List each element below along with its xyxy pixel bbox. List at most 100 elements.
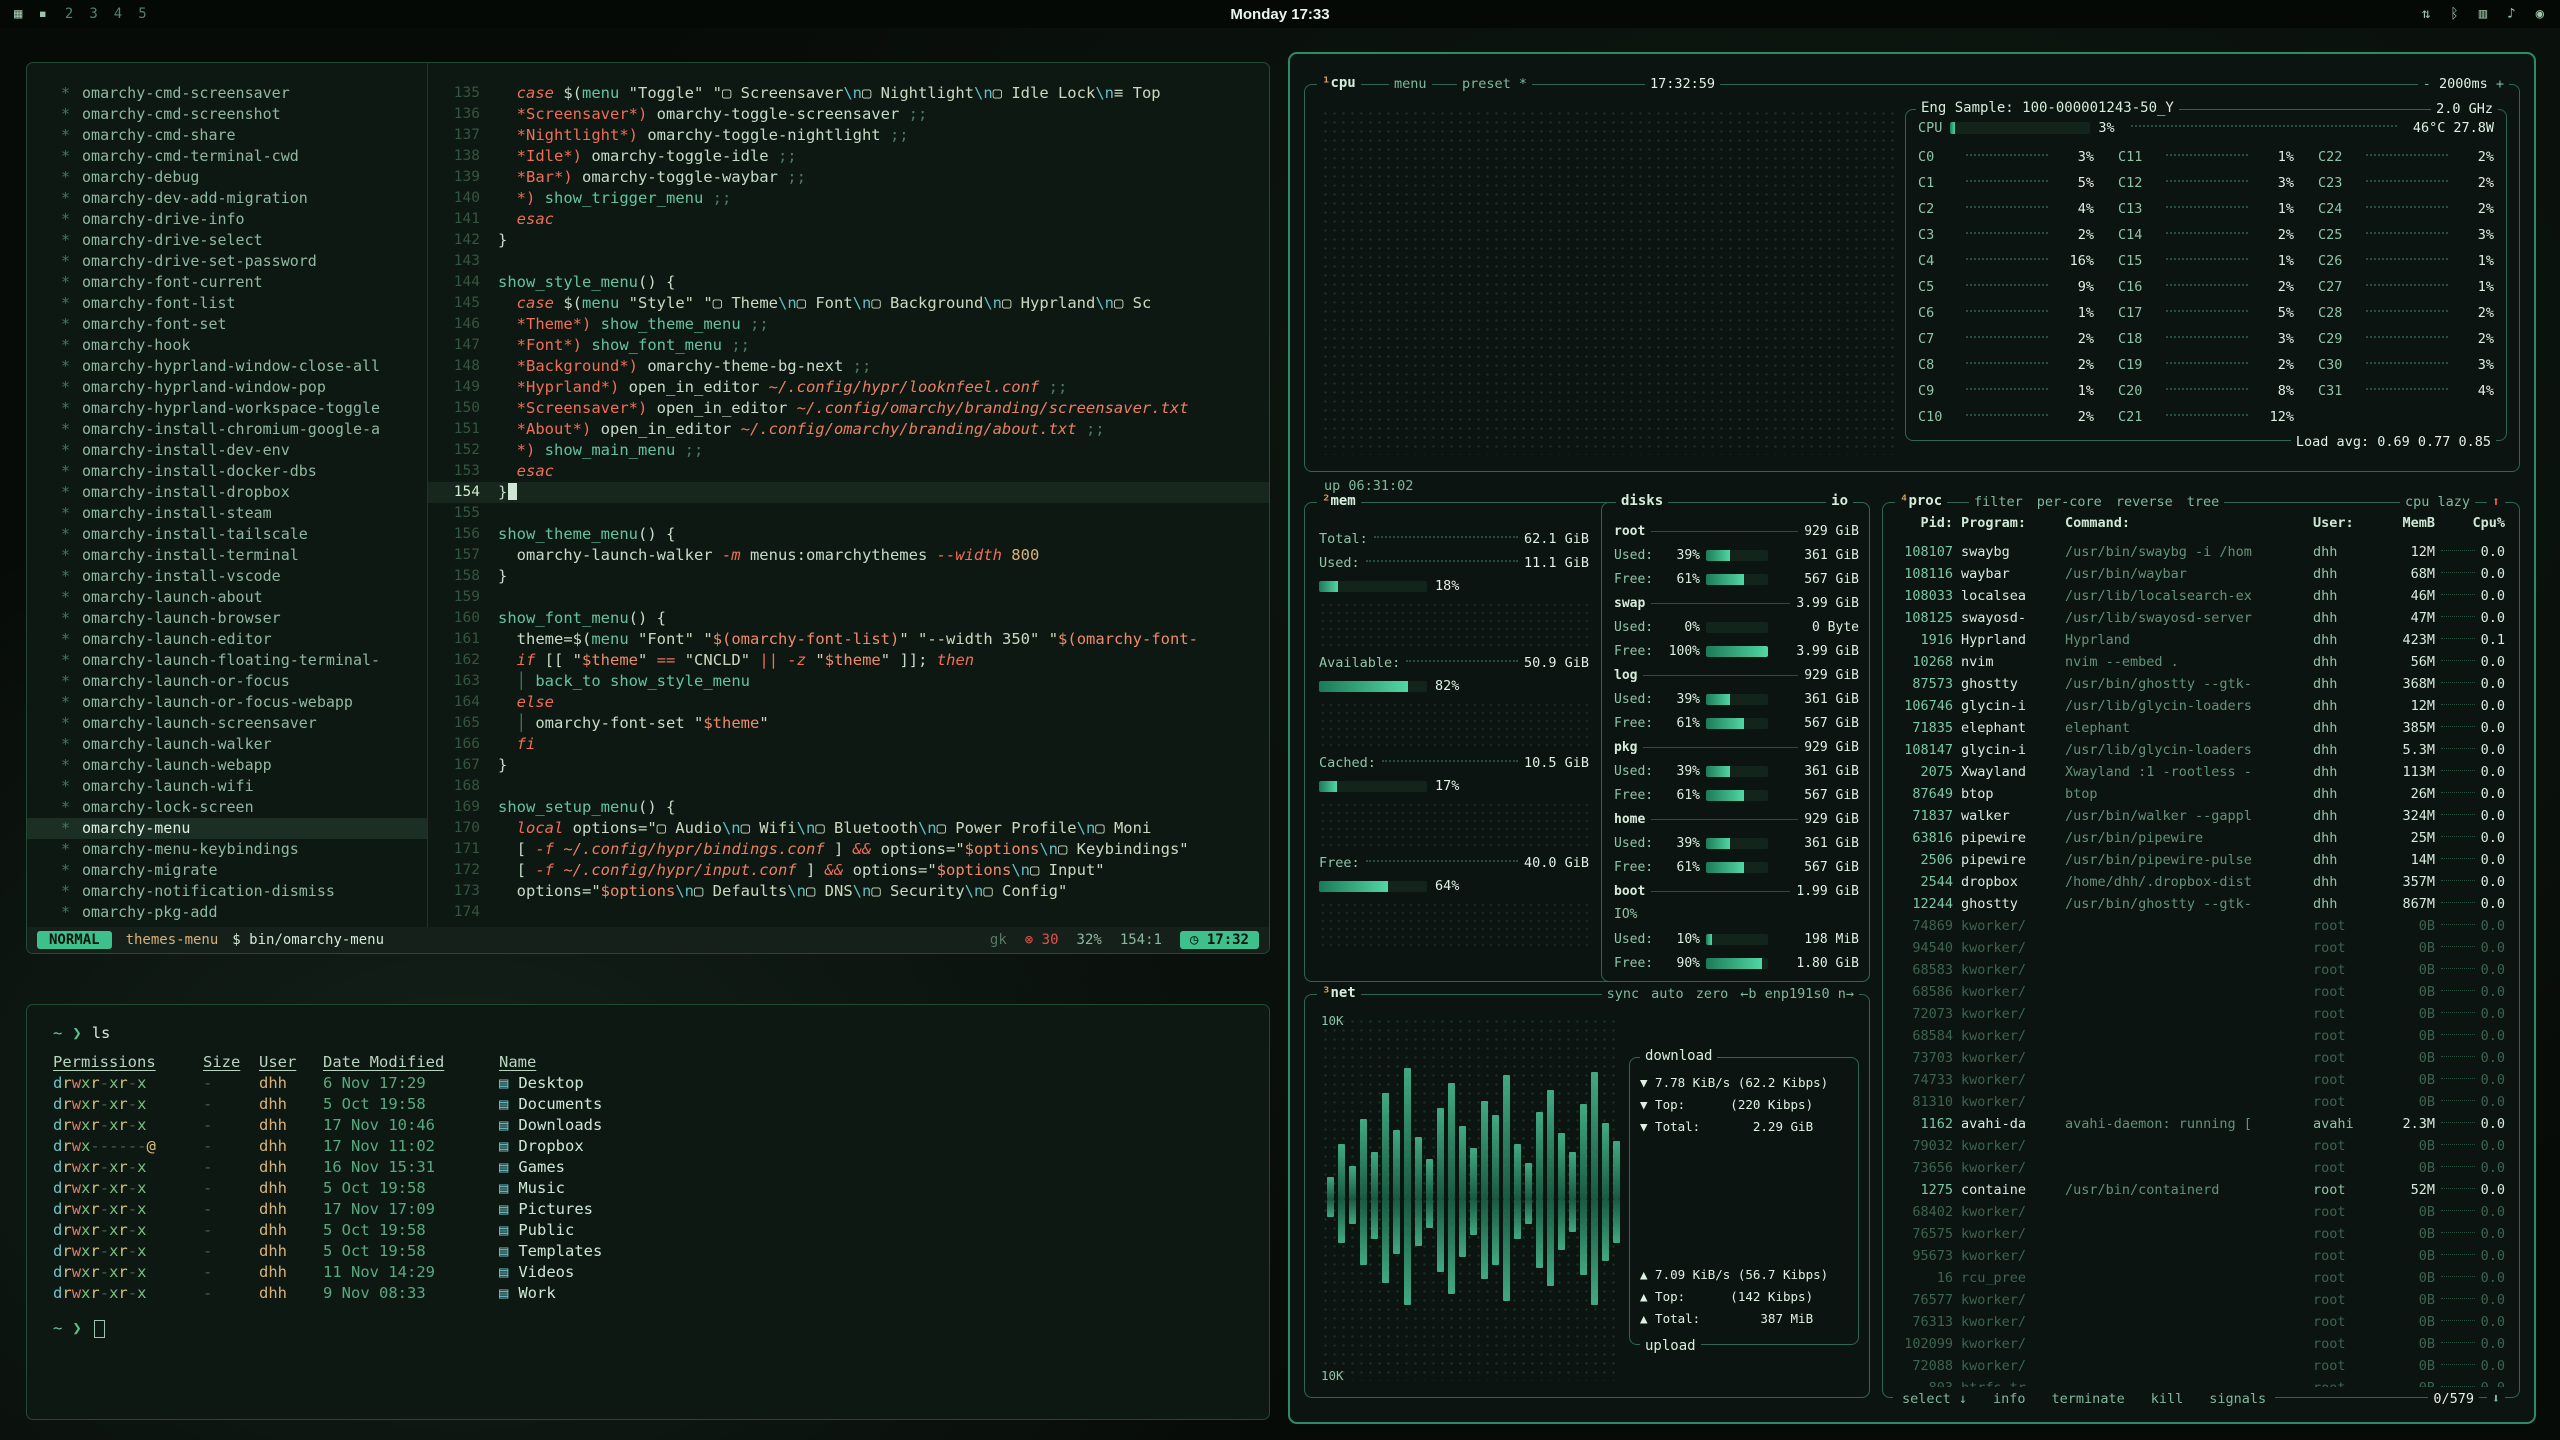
- net-button[interactable]: sync: [1607, 986, 1640, 1002]
- process-row[interactable]: 108116 waybar /usr/bin/waybar dhh 68M 0.…: [1897, 563, 2505, 585]
- process-row[interactable]: 71837 walker /usr/bin/walker --gappl dhh…: [1897, 805, 2505, 827]
- file-tree-item[interactable]: *omarchy-notification-dismiss: [27, 881, 427, 902]
- proc-footer-button[interactable]: signals: [2205, 1391, 2270, 1407]
- file-tree-item[interactable]: *omarchy-drive-select: [27, 230, 427, 251]
- proc-footer-button[interactable]: select ↓: [1898, 1391, 1971, 1407]
- net-panel-title[interactable]: ³net: [1317, 985, 1361, 1001]
- file-tree-item[interactable]: *omarchy-drive-set-password: [27, 251, 427, 272]
- file-tree-item[interactable]: *omarchy-launch-walker: [27, 734, 427, 755]
- proc-footer-button[interactable]: terminate: [2048, 1391, 2129, 1407]
- process-row[interactable]: 12244 ghostty /usr/bin/ghostty --gtk- dh…: [1897, 893, 2505, 915]
- process-row[interactable]: 2506 pipewire /usr/bin/pipewire-pulse dh…: [1897, 849, 2505, 871]
- file-tree-item[interactable]: *omarchy-cmd-screenshot: [27, 104, 427, 125]
- process-row[interactable]: 87649 btop btop dhh 26M 0.0: [1897, 783, 2505, 805]
- file-tree-item[interactable]: *omarchy-install-terminal: [27, 545, 427, 566]
- file-tree-item[interactable]: *omarchy-install-chromium-google-a: [27, 419, 427, 440]
- process-row[interactable]: 81310 kworker/ root 0B 0.0: [1897, 1091, 2505, 1113]
- net-button[interactable]: auto: [1651, 986, 1684, 1002]
- process-row[interactable]: 74869 kworker/ root 0B 0.0: [1897, 915, 2505, 937]
- process-row[interactable]: 73703 kworker/ root 0B 0.0: [1897, 1047, 2505, 1069]
- proc-panel-title[interactable]: ⁴proc: [1895, 493, 1947, 509]
- process-row[interactable]: 2075 Xwayland Xwayland :1 -rootless - dh…: [1897, 761, 2505, 783]
- process-row[interactable]: 63816 pipewire /usr/bin/pipewire dhh 25M…: [1897, 827, 2505, 849]
- process-row[interactable]: 95673 kworker/ root 0B 0.0: [1897, 1245, 2505, 1267]
- process-row[interactable]: 1162 avahi-da avahi-daemon: running [ av…: [1897, 1113, 2505, 1135]
- file-tree-item[interactable]: *omarchy-install-docker-dbs: [27, 461, 427, 482]
- file-tree-item[interactable]: *omarchy-launch-browser: [27, 608, 427, 629]
- process-row[interactable]: 1916 Hyprland Hyprland dhh 423M 0.1: [1897, 629, 2505, 651]
- file-tree-item[interactable]: *omarchy-launch-screensaver: [27, 713, 427, 734]
- proc-option-button[interactable]: per-core: [2037, 494, 2102, 510]
- file-tree-item[interactable]: *omarchy-pkg-add: [27, 902, 427, 923]
- file-tree-item[interactable]: *omarchy-launch-floating-terminal-: [27, 650, 427, 671]
- proc-option-button[interactable]: filter: [1974, 494, 2023, 510]
- process-row[interactable]: 108033 localsea /usr/lib/localsearch-ex …: [1897, 585, 2505, 607]
- code-editor[interactable]: 135 case $(menu "Toggle" "▢ Screensaver\…: [428, 63, 1269, 927]
- proc-footer-button[interactable]: info: [1989, 1391, 2030, 1407]
- file-tree-item[interactable]: *omarchy-font-current: [27, 272, 427, 293]
- file-tree-item[interactable]: *omarchy-debug: [27, 167, 427, 188]
- process-row[interactable]: 108125 swayosd- /usr/lib/swayosd-server …: [1897, 607, 2505, 629]
- file-tree-item[interactable]: *omarchy-launch-wifi: [27, 776, 427, 797]
- file-tree-item[interactable]: *omarchy-dev-add-migration: [27, 188, 427, 209]
- scroll-down-icon[interactable]: ⬇: [2487, 1391, 2505, 1407]
- proc-footer-button[interactable]: kill: [2147, 1391, 2188, 1407]
- io-panel-title[interactable]: io: [1826, 493, 1853, 509]
- process-list[interactable]: 108107 swaybg /usr/bin/swaybg -i /hom dh…: [1897, 541, 2505, 1387]
- file-tree-item[interactable]: *omarchy-hyprland-window-pop: [27, 377, 427, 398]
- file-tree-item[interactable]: *omarchy-cmd-screensaver: [27, 83, 427, 104]
- file-tree-item[interactable]: *omarchy-launch-about: [27, 587, 427, 608]
- prompt-line[interactable]: ~ ❯: [53, 1318, 1243, 1339]
- net-button[interactable]: zero: [1696, 986, 1729, 1002]
- process-row[interactable]: 79032 kworker/ root 0B 0.0: [1897, 1135, 2505, 1157]
- net-button[interactable]: ←b enp191s0 n→: [1740, 986, 1854, 1002]
- file-tree-item[interactable]: *omarchy-menu: [27, 818, 427, 839]
- process-row[interactable]: 87573 ghostty /usr/bin/ghostty --gtk- dh…: [1897, 673, 2505, 695]
- process-row[interactable]: 72088 kworker/ root 0B 0.0: [1897, 1355, 2505, 1377]
- file-tree-item[interactable]: *omarchy-launch-editor: [27, 629, 427, 650]
- menu-button[interactable]: menu: [1389, 76, 1432, 92]
- process-row[interactable]: 68583 kworker/ root 0B 0.0: [1897, 959, 2505, 981]
- interval-decrease-button[interactable]: -: [2423, 76, 2431, 92]
- file-tree-item[interactable]: *omarchy-install-tailscale: [27, 524, 427, 545]
- proc-option-button[interactable]: tree: [2187, 494, 2220, 510]
- file-tree-item[interactable]: *omarchy-launch-or-focus: [27, 671, 427, 692]
- file-tree[interactable]: *omarchy-cmd-screensaver *omarchy-cmd-sc…: [27, 63, 428, 927]
- disks-panel-title[interactable]: disks: [1616, 493, 1668, 509]
- process-row[interactable]: 73656 kworker/ root 0B 0.0: [1897, 1157, 2505, 1179]
- file-tree-item[interactable]: *omarchy-launch-or-focus-webapp: [27, 692, 427, 713]
- file-tree-item[interactable]: *omarchy-lock-screen: [27, 797, 427, 818]
- process-row[interactable]: 108147 glycin-i /usr/lib/glycin-loaders …: [1897, 739, 2505, 761]
- process-row[interactable]: 71835 elephant elephant dhh 385M 0.0: [1897, 717, 2505, 739]
- file-tree-item[interactable]: *omarchy-launch-webapp: [27, 755, 427, 776]
- process-row[interactable]: 74733 kworker/ root 0B 0.0: [1897, 1069, 2505, 1091]
- process-row[interactable]: 10268 nvim nvim --embed . dhh 56M 0.0: [1897, 651, 2505, 673]
- file-tree-item[interactable]: *omarchy-migrate: [27, 860, 427, 881]
- file-tree-item[interactable]: *omarchy-hook: [27, 335, 427, 356]
- file-tree-item[interactable]: *omarchy-hyprland-window-close-all: [27, 356, 427, 377]
- process-row[interactable]: 76577 kworker/ root 0B 0.0: [1897, 1289, 2505, 1311]
- process-row[interactable]: 16 rcu_pree root 0B 0.0: [1897, 1267, 2505, 1289]
- process-row[interactable]: 106746 glycin-i /usr/lib/glycin-loaders …: [1897, 695, 2505, 717]
- file-tree-item[interactable]: *omarchy-install-steam: [27, 503, 427, 524]
- process-row[interactable]: 68586 kworker/ root 0B 0.0: [1897, 981, 2505, 1003]
- file-tree-item[interactable]: *omarchy-hyprland-workspace-toggle: [27, 398, 427, 419]
- process-row[interactable]: 1275 containe /usr/bin/containerd root 5…: [1897, 1179, 2505, 1201]
- process-row[interactable]: 76313 kworker/ root 0B 0.0: [1897, 1311, 2505, 1333]
- process-row[interactable]: 94540 kworker/ root 0B 0.0: [1897, 937, 2505, 959]
- interval-increase-button[interactable]: +: [2496, 76, 2504, 92]
- process-row[interactable]: 68402 kworker/ root 0B 0.0: [1897, 1201, 2505, 1223]
- file-tree-item[interactable]: *omarchy-cmd-terminal-cwd: [27, 146, 427, 167]
- file-tree-item[interactable]: *omarchy-install-dropbox: [27, 482, 427, 503]
- scroll-up-icon[interactable]: ⬆: [2487, 494, 2505, 510]
- file-tree-item[interactable]: *omarchy-cmd-share: [27, 125, 427, 146]
- process-row[interactable]: 76575 kworker/ root 0B 0.0: [1897, 1223, 2505, 1245]
- file-tree-item[interactable]: *omarchy-drive-info: [27, 209, 427, 230]
- file-tree-item[interactable]: *omarchy-font-set: [27, 314, 427, 335]
- file-tree-item[interactable]: *omarchy-install-dev-env: [27, 440, 427, 461]
- file-tree-item[interactable]: *omarchy-install-vscode: [27, 566, 427, 587]
- process-row[interactable]: 102099 kworker/ root 0B 0.0: [1897, 1333, 2505, 1355]
- preset-button[interactable]: preset *: [1457, 76, 1532, 92]
- file-tree-item[interactable]: *omarchy-font-list: [27, 293, 427, 314]
- process-row[interactable]: 72073 kworker/ root 0B 0.0: [1897, 1003, 2505, 1025]
